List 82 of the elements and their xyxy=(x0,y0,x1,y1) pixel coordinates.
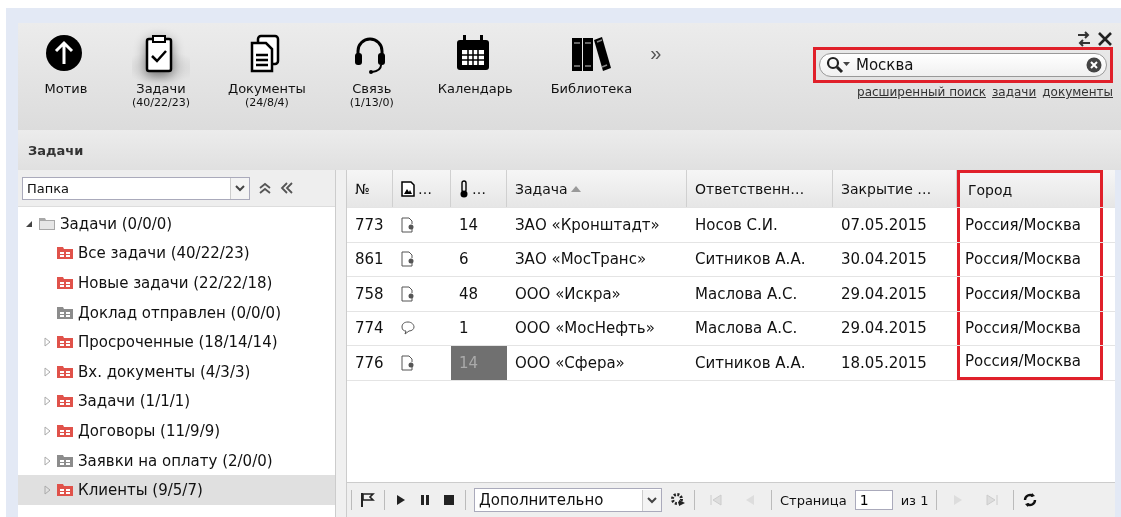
table-cell: 14 xyxy=(451,346,507,380)
table-cell-text: 758 xyxy=(354,283,385,305)
table-cell-text: ООО «Искра» xyxy=(514,283,622,305)
tree-item[interactable]: Доклад отправлен (0/0/0) xyxy=(18,297,335,328)
column-header[interactable]: Ответственн… xyxy=(687,170,833,207)
tree-item[interactable]: Вх. документы (4/3/3) xyxy=(18,356,335,387)
gear-play-icon[interactable] xyxy=(670,492,686,508)
table-cell-text: 861 xyxy=(354,249,385,271)
table-cell-text: Носов С.И. xyxy=(694,214,779,236)
table-cell: Россия/Москва xyxy=(957,208,1103,242)
tree-item[interactable]: Клиенты (9/5/7) xyxy=(18,475,335,505)
table-cell: Россия/Москва xyxy=(957,242,1103,276)
table-cell: Россия/Москва xyxy=(957,311,1103,345)
table-cell-text: 774 xyxy=(354,318,385,340)
search-field[interactable]: Москва xyxy=(819,53,1107,77)
document-icon xyxy=(401,180,415,197)
refresh-icon[interactable] xyxy=(1022,492,1039,508)
document-icon xyxy=(401,285,415,302)
folder-dropdown[interactable]: Папка xyxy=(22,176,250,200)
table-cell-text: 29.04.2015 xyxy=(840,318,928,340)
table-cell-text: Маслова А.С. xyxy=(694,283,799,305)
collapse-panel-icon[interactable] xyxy=(280,182,294,194)
section-title: Задачи xyxy=(28,142,84,158)
table-cell-text: ООО «Сфера» xyxy=(514,352,626,374)
tree-item[interactable]: Задачи (0/0/0) xyxy=(18,209,335,239)
table-cell-text: 14 xyxy=(458,214,480,236)
column-header[interactable]: № xyxy=(347,170,393,207)
tree-item[interactable]: Заявки на оплату (2/0/0) xyxy=(18,445,335,476)
table-cell-text: 6 xyxy=(458,249,470,271)
toolbar-button[interactable]: Задачи (40/22/23) xyxy=(132,33,190,109)
column-header[interactable]: … xyxy=(393,170,451,207)
table-cell-text: ЗАО «МосТранс» xyxy=(514,249,648,271)
document-icon xyxy=(401,216,415,233)
column-header[interactable]: Закрытие … xyxy=(833,170,957,207)
table-cell: Россия/Москва xyxy=(957,346,1103,380)
tree-item[interactable]: Задачи (1/1/1) xyxy=(18,386,335,417)
collapse-all-icon[interactable] xyxy=(258,182,272,194)
column-header[interactable]: Задача xyxy=(507,170,687,207)
tree-item[interactable]: Новые задачи (22/22/18) xyxy=(18,268,335,298)
search-link[interactable]: задачи xyxy=(992,85,1037,99)
table-cell-text: Маслова А.С. xyxy=(694,318,799,340)
clear-icon[interactable] xyxy=(1086,57,1102,73)
table-cell-text: ООО «МосНефть» xyxy=(514,318,656,340)
page-input[interactable]: 1 xyxy=(854,490,893,510)
document-icon xyxy=(401,354,415,371)
page-label: Страница xyxy=(780,492,847,508)
close-icon[interactable] xyxy=(1097,31,1113,47)
table-cell-text: 07.05.2015 xyxy=(840,214,928,236)
search-link[interactable]: расширенный поиск xyxy=(857,85,986,99)
column-header[interactable]: … xyxy=(451,170,507,207)
table-cell-text: 48 xyxy=(458,283,480,305)
folder-value: Папка xyxy=(27,180,71,196)
stop-icon[interactable] xyxy=(441,492,457,508)
toolbar-button[interactable]: Документы (24/8/4) xyxy=(228,33,306,109)
table-cell-text: ЗАО «Кронштадт» xyxy=(514,214,661,236)
filter-dropdown[interactable]: Дополнительно xyxy=(474,488,662,512)
table-cell-text: 29.04.2015 xyxy=(840,283,928,305)
column-header[interactable]: Город xyxy=(957,170,1103,207)
flag-icon[interactable] xyxy=(360,492,376,508)
tree-item[interactable]: Все задачи (40/22/23) xyxy=(18,238,335,269)
search-link[interactable]: документы xyxy=(1042,85,1113,99)
table-cell-text: Ситников А.А. xyxy=(694,249,807,271)
table-cell-text: 30.04.2015 xyxy=(840,249,928,271)
tree-item[interactable]: Просроченные (18/14/14) xyxy=(18,327,335,357)
search-icon[interactable] xyxy=(826,56,852,74)
toolbar-button[interactable]: Связь (1/13/0) xyxy=(343,33,400,109)
table-cell-text: 773 xyxy=(354,214,385,236)
more-button[interactable]: » xyxy=(650,41,662,65)
table-cell-text: 776 xyxy=(354,352,385,374)
table-cell-text: 18.05.2015 xyxy=(840,352,928,374)
thermometer-icon xyxy=(459,179,469,198)
speech-bubble-icon xyxy=(401,321,415,336)
table-cell-text: 1 xyxy=(458,318,470,340)
document-icon xyxy=(401,251,415,268)
table-cell-text: Ситников А.А. xyxy=(694,352,807,374)
toolbar-button[interactable]: Календарь xyxy=(437,33,513,96)
table-cell: Россия/Москва xyxy=(957,277,1103,311)
tree-item[interactable]: Договоры (11/9/9) xyxy=(18,416,335,446)
toolbar-button[interactable]: Библиотека xyxy=(550,33,633,96)
page-count: из 1 xyxy=(900,492,929,508)
toolbar-button[interactable]: Мотив xyxy=(38,33,94,96)
swap-icon[interactable] xyxy=(1075,31,1093,47)
